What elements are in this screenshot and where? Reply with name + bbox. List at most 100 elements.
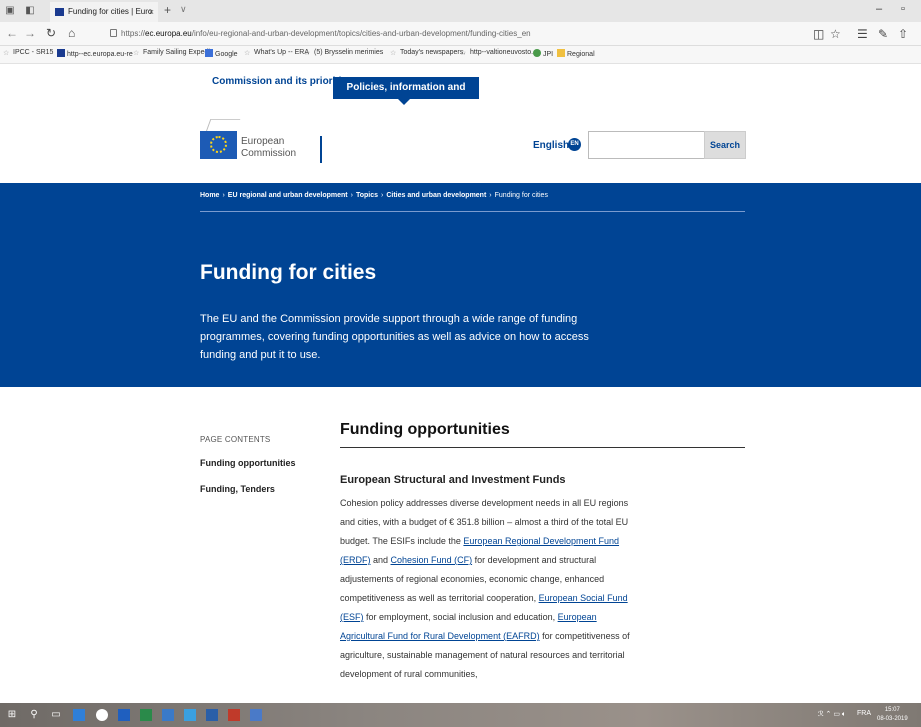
star-icon: ☆ bbox=[244, 50, 251, 57]
star-icon: ☆ bbox=[3, 50, 10, 57]
breadcrumb-cities[interactable]: Cities and urban development bbox=[386, 192, 486, 199]
restore-button[interactable]: ▫ bbox=[901, 3, 905, 15]
url-host: ec.europa.eu bbox=[145, 29, 192, 38]
logo-divider bbox=[320, 136, 322, 163]
favorite-item[interactable]: ☆ What's Up -- ERA bbox=[244, 49, 309, 57]
folder-icon bbox=[557, 49, 565, 57]
share-icon[interactable]: ⇧ bbox=[898, 27, 908, 41]
section-heading: Funding opportunities bbox=[340, 421, 510, 438]
url-scheme: https:// bbox=[121, 29, 146, 38]
search-icon[interactable]: ⚲ bbox=[28, 709, 40, 721]
nav-policies-information[interactable]: Policies, information and services bbox=[333, 77, 479, 115]
favorite-item[interactable]: Google bbox=[205, 49, 238, 58]
chrome-icon[interactable] bbox=[96, 709, 108, 721]
breadcrumb-topics[interactable]: Topics bbox=[356, 192, 378, 199]
input-language[interactable]: FRA bbox=[857, 710, 871, 717]
star-icon: ☆ bbox=[133, 50, 140, 57]
lock-icon bbox=[110, 29, 117, 37]
breadcrumb-divider bbox=[200, 211, 745, 212]
windows-start-icon[interactable]: ⊞ bbox=[6, 709, 18, 721]
skype-icon[interactable] bbox=[184, 709, 196, 721]
search-input[interactable] bbox=[588, 131, 705, 159]
favorite-star-icon[interactable]: ☆ bbox=[830, 27, 841, 41]
tab-back-icon[interactable]: ◧ bbox=[24, 5, 36, 17]
task-view-icon[interactable]: ▭ bbox=[50, 709, 62, 721]
ec-favicon-icon bbox=[57, 49, 65, 57]
favorite-item[interactable]: ☆ Family Sailing Expedi bbox=[133, 49, 210, 57]
clock-date: 08-03-2019 bbox=[877, 716, 908, 722]
page-header-banner: Home › EU regional and urban development › T… bbox=[0, 183, 921, 387]
link-cohesion-fund[interactable]: Cohesion Fund (CF) bbox=[391, 555, 473, 565]
section-divider bbox=[340, 447, 745, 448]
favorite-item[interactable]: ☆ http--valtioneuvosto. bbox=[460, 49, 533, 57]
favorite-item[interactable]: JPI bbox=[533, 49, 553, 58]
page-contents-link-funding-opportunities[interactable]: Funding opportunities bbox=[200, 458, 295, 468]
favorite-item[interactable]: ☆ (5) Brysselin merimies bbox=[304, 49, 383, 57]
home-icon[interactable]: ⌂ bbox=[68, 26, 75, 40]
tray-icons[interactable]: ℛ ⌃ ▭ 🔈︎ bbox=[818, 710, 846, 719]
reading-view-icon[interactable]: ◫ bbox=[813, 27, 824, 41]
powerpoint-icon[interactable] bbox=[228, 709, 240, 721]
new-tab-button[interactable]: + bbox=[164, 3, 171, 17]
browser-window: ▣ ◧ Funding for cities | Euro × + ∨ – ▫ … bbox=[0, 0, 921, 727]
search-button[interactable]: Search bbox=[704, 131, 746, 159]
page-contents-link-funding-tenders[interactable]: Funding, Tenders bbox=[200, 484, 275, 494]
notes-pen-icon[interactable]: ✎ bbox=[878, 27, 888, 41]
tab-list-button[interactable]: ∨ bbox=[180, 4, 187, 15]
subsection-heading: European Structural and Investment Funds bbox=[340, 474, 566, 486]
nav-commission-priorities[interactable]: Commission and its priorities bbox=[212, 76, 353, 87]
language-selector[interactable]: English bbox=[533, 140, 569, 151]
forward-arrow-icon[interactable]: → bbox=[24, 26, 36, 40]
page-contents-label: PAGE CONTENTS bbox=[200, 435, 271, 444]
eu-flag-icon bbox=[200, 131, 237, 159]
favorites-bar: ☆ IPCC - SR15 http--ec.europa.eu-re ☆ Fami… bbox=[0, 46, 921, 64]
logo-text-line2: Commission bbox=[241, 148, 297, 159]
star-icon: ☆ bbox=[390, 50, 397, 57]
chevron-right-icon: › bbox=[222, 192, 225, 199]
back-arrow-icon[interactable]: ← bbox=[6, 26, 18, 40]
chevron-right-icon: › bbox=[350, 192, 353, 199]
nav-active-caret bbox=[398, 99, 410, 105]
language-code-badge[interactable]: EN bbox=[568, 138, 581, 151]
edge-icon[interactable] bbox=[73, 709, 85, 721]
url-path: /info/eu-regional-and-urban-development/… bbox=[191, 29, 531, 38]
excel-icon[interactable] bbox=[140, 709, 152, 721]
outlook-icon[interactable] bbox=[162, 709, 174, 721]
breadcrumb-home[interactable]: Home bbox=[200, 192, 219, 199]
site-top-nav: Commission and its priorities Policies, … bbox=[0, 64, 921, 115]
page-title: Funding for cities bbox=[200, 261, 377, 284]
refresh-icon[interactable]: ↻ bbox=[46, 26, 56, 40]
star-icon: ☆ bbox=[304, 50, 311, 57]
clock-time: 15:07 bbox=[884, 707, 900, 713]
app-icon[interactable] bbox=[250, 709, 262, 721]
favorite-folder[interactable]: Regional bbox=[557, 49, 595, 58]
star-icon: ☆ bbox=[460, 50, 467, 57]
web-page: Commission and its priorities Policies, … bbox=[0, 64, 921, 703]
favorites-hub-icon[interactable]: ☰ bbox=[857, 27, 868, 41]
favorite-item[interactable]: ☆ Today's newspapers. bbox=[390, 49, 465, 57]
app-icon[interactable] bbox=[206, 709, 218, 721]
breadcrumb-regional[interactable]: EU regional and urban development bbox=[228, 192, 348, 199]
favorite-item[interactable]: http--ec.europa.eu-re bbox=[57, 49, 133, 58]
address-bar: ← → ↻ ⌂ https://ec.europa.eu/info/eu-reg… bbox=[0, 22, 921, 46]
browser-tab[interactable]: Funding for cities | Euro × bbox=[50, 2, 158, 22]
minimize-button[interactable]: – bbox=[876, 3, 882, 15]
tab-bar: ▣ ◧ Funding for cities | Euro × + ∨ – ▫ bbox=[0, 0, 921, 22]
jpi-icon bbox=[533, 49, 541, 57]
system-clock[interactable]: 15:07 08-03-2019 bbox=[877, 706, 908, 724]
page-intro: The EU and the Commission provide suppor… bbox=[200, 313, 589, 361]
url-field[interactable]: https://ec.europa.eu/info/eu-regional-an… bbox=[110, 25, 610, 43]
european-commission-logo[interactable]: European Commission bbox=[200, 119, 340, 171]
breadcrumb: Home › EU regional and urban development › T… bbox=[200, 192, 548, 199]
word-icon[interactable] bbox=[118, 709, 130, 721]
esif-paragraph: Cohesion policy addresses diverse develo… bbox=[340, 498, 630, 679]
chevron-right-icon: › bbox=[489, 192, 492, 199]
tab-close-icon[interactable]: × bbox=[149, 2, 154, 22]
tab-title: Funding for cities | Euro bbox=[68, 7, 153, 16]
breadcrumb-current: Funding for cities bbox=[494, 192, 548, 199]
favorite-item[interactable]: ☆ IPCC - SR15 bbox=[3, 49, 53, 57]
google-icon bbox=[205, 49, 213, 57]
tab-actions-icon[interactable]: ▣ bbox=[4, 5, 16, 17]
windows-taskbar: ⊞ ⚲ ▭ ℛ ⌃ ▭ 🔈︎ FRA 15:07 08-03-2019 bbox=[0, 703, 921, 727]
chevron-right-icon: › bbox=[380, 192, 384, 199]
